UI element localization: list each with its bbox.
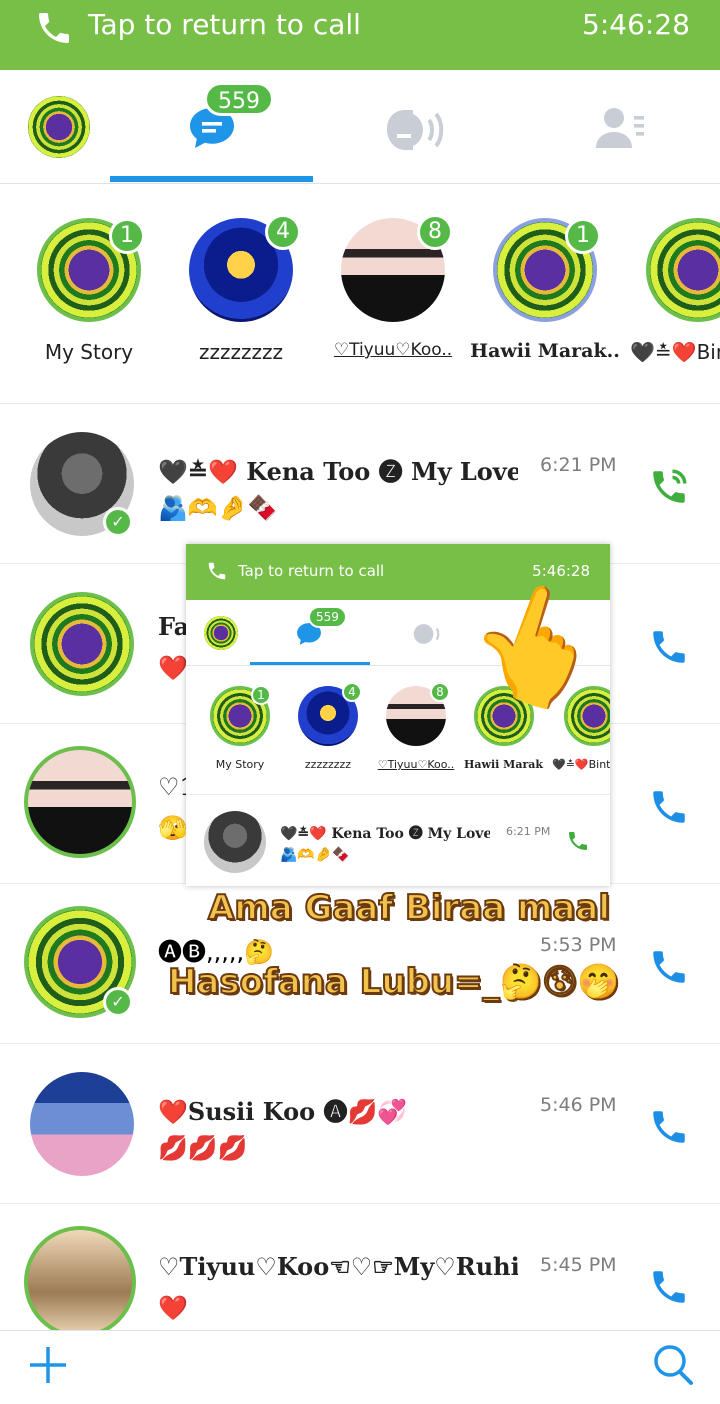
overlay-story-avatar: 4 [298, 682, 362, 746]
call-icon[interactable] [648, 626, 690, 668]
story-count-badge: 8 [417, 214, 453, 250]
story-label: zzzzzzzz [199, 340, 283, 364]
overlay-story-badge: 8 [430, 682, 450, 702]
unread-badge: 559 [204, 82, 274, 116]
tab-contacts[interactable] [592, 70, 652, 184]
phone-icon [39, 13, 69, 43]
call-icon[interactable] [648, 786, 690, 828]
story-item[interactable]: 8 ♡Tiyuu♡Koo.. [318, 214, 468, 360]
story-label: My Story [44, 340, 134, 364]
chat-time: 5:46 PM [540, 1094, 617, 1116]
overlay-call-label: Tap to return to call [238, 562, 385, 580]
overlay-story-label: 🖤≛❤️Binti [552, 758, 610, 771]
call-audio-icon [413, 624, 440, 644]
active-call-icon [569, 832, 587, 850]
story-avatar: 8 [341, 214, 453, 322]
chat-time: 6:21 PM [540, 454, 617, 476]
return-to-call-label: Tap to return to call [88, 8, 361, 41]
overlay-call-time: 5:46:28 [532, 562, 590, 580]
online-check-icon: ✓ [103, 987, 133, 1017]
story-avatar [646, 218, 720, 322]
call-audio-icon [387, 110, 444, 150]
chat-preview: 🫂🫶🤌🍫 [158, 494, 278, 522]
overlay-story-item: 1 My Story [200, 685, 280, 771]
chat-name: 🖤≛❤️ Kena Too 🅩 My Love... [158, 457, 518, 486]
chat-preview: 💋💋💋 [158, 1134, 248, 1162]
chat-avatar [30, 592, 134, 696]
overlay-story-label: zzzzzzzz [304, 758, 352, 771]
story-avatar: 4 [189, 214, 301, 322]
overlay-story-badge: 4 [342, 682, 362, 702]
story-label: ♡Tiyuu♡Koo.. [333, 340, 453, 360]
bottom-action-bar [0, 1330, 720, 1404]
story-item[interactable]: 1 Hawii Marak.. [470, 218, 620, 362]
story-label: Hawii Marak.. [470, 340, 620, 362]
tab-calls[interactable] [385, 70, 445, 184]
story-item[interactable]: 1 My Story [14, 218, 164, 364]
sticker-caption-line2: Hasofana Lubu=_🤔😰🤭 [167, 961, 621, 1003]
overlay-chat-avatar [204, 811, 266, 873]
overlay-profile-avatar [204, 616, 238, 650]
chat-preview: ❤️ [158, 1294, 188, 1322]
stories-row: 1 My Story 4 zzzzzzzz 8 ♡Tiyuu♡Koo.. 1 H… [0, 184, 720, 404]
story-label: 🖤≛❤️Binti [630, 340, 720, 364]
contacts-icon [596, 108, 644, 148]
overlay-story-label: Hawii Marak.. [464, 758, 544, 771]
story-item[interactable]: 🖤≛❤️Binti [622, 218, 720, 364]
overlay-chat-preview: 🫂🫶🤌🍫 [280, 847, 350, 863]
chat-row[interactable]: ❤️Susii Koo 🅐💋💞 💋💋💋 5:46 PM [0, 1044, 720, 1204]
overlay-story-avatar: 8 [386, 682, 450, 746]
chat-avatar [30, 1072, 134, 1176]
tab-chats[interactable]: 559 [160, 70, 290, 184]
story-count-badge: 1 [109, 218, 145, 254]
chat-name: ♡Tiyuu♡Koo☜♡☞My♡Ruhi... [158, 1252, 518, 1281]
call-icon[interactable] [648, 946, 690, 988]
plus-icon[interactable] [28, 1345, 68, 1385]
story-count-badge: 4 [265, 214, 301, 250]
overlay-active-tab-indicator [250, 662, 370, 665]
online-check-icon: ✓ [103, 507, 133, 537]
overlay-story-item: 8 ♡Tiyuu♡Koo.. [376, 682, 456, 771]
chat-avatar [24, 746, 136, 858]
chat-preview: ❤️ [158, 654, 188, 682]
call-icon[interactable] [648, 1106, 690, 1148]
chat-row[interactable]: ✓ 🖤≛❤️ Kena Too 🅩 My Love... 🫂🫶🤌🍫 6:21 P… [0, 404, 720, 564]
top-tab-bar: 559 [0, 70, 720, 184]
chat-row[interactable]: ♡Tiyuu♡Koo☜♡☞My♡Ruhi... ❤️ 5:45 PM [0, 1204, 720, 1338]
search-icon[interactable] [652, 1343, 694, 1387]
call-duration: 5:46:28 [582, 8, 690, 41]
active-tab-indicator [110, 176, 313, 182]
overlay-chat-name: 🖤≛❤️ Kena Too 🅩 My Love... [280, 826, 490, 842]
story-item[interactable]: 4 zzzzzzzz [166, 214, 316, 364]
overlay-story-item: 4 zzzzzzzz [288, 682, 368, 771]
story-count-badge: 1 [565, 218, 601, 254]
return-to-call-banner[interactable]: Tap to return to call 5:46:28 [0, 0, 720, 70]
chat-preview: 🫣 [158, 814, 188, 842]
story-avatar: 1 [493, 218, 601, 322]
story-avatar: 1 [37, 218, 145, 322]
overlay-story-label: ♡Tiyuu♡Koo.. [377, 758, 455, 771]
chat-name: ❤️Susii Koo 🅐💋💞 [158, 1097, 408, 1126]
overlay-story-avatar: 1 [210, 685, 271, 746]
active-call-icon[interactable] [648, 466, 690, 508]
overlay-chat-time: 6:21 PM [506, 825, 551, 838]
profile-avatar[interactable] [28, 96, 90, 158]
phone-icon [208, 562, 226, 580]
overlay-story-label: My Story [215, 758, 265, 771]
overlay-story-badge: 1 [251, 685, 271, 705]
overlay-chat-row: 🖤≛❤️ Kena Too 🅩 My Love... 🫂🫶🤌🍫 6:21 PM [186, 794, 610, 886]
chat-avatar [24, 1226, 136, 1338]
chat-time: 5:45 PM [540, 1254, 617, 1276]
app-root: Tap to return to call 5:46:28 559 1 My S… [0, 0, 720, 1404]
call-icon[interactable] [648, 1266, 690, 1308]
sticker-caption-line1: Ama Gaaf Biraa maal [207, 887, 611, 929]
overlay-unread-badge: 559 [308, 606, 347, 628]
chat-time: 5:53 PM [540, 934, 617, 956]
